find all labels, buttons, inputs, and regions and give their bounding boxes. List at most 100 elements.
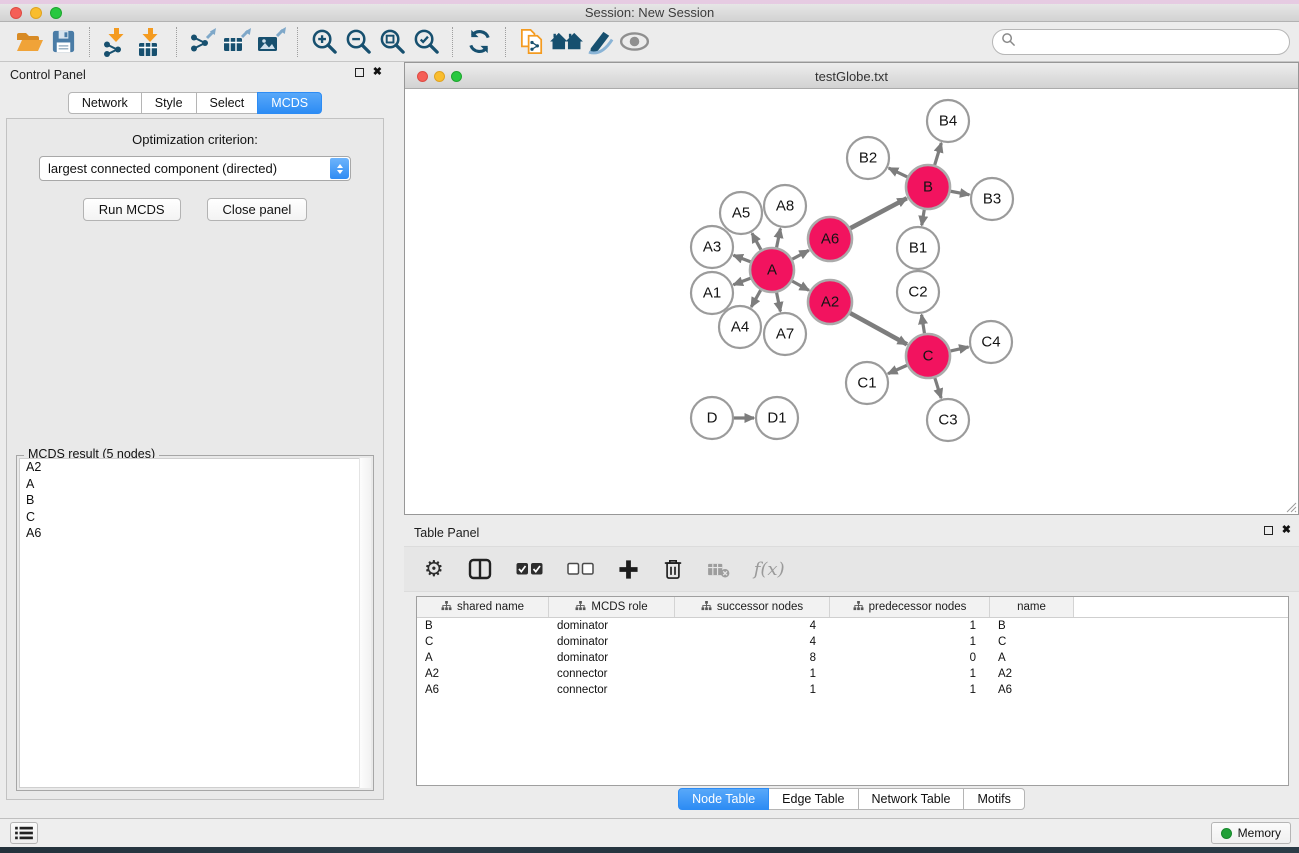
close-panel-icon[interactable]: ✖ — [1282, 525, 1291, 536]
graph-edge-C-C2[interactable] — [922, 315, 925, 336]
fx-icon[interactable]: f(x) — [754, 559, 785, 580]
task-history-button[interactable] — [10, 822, 38, 844]
table-body: Bdominator41BCdominator41CAdominator80AA… — [417, 618, 1288, 698]
float-panel-icon[interactable] — [1264, 526, 1273, 535]
tab-mcds[interactable]: MCDS — [257, 92, 322, 114]
graph-edge-C-C4[interactable] — [948, 347, 968, 351]
close-panel-button[interactable]: Close panel — [207, 198, 308, 221]
table-row[interactable]: Cdominator41C — [417, 634, 1288, 650]
graph-edge-C-C3[interactable] — [934, 376, 941, 398]
column-header-name[interactable]: name — [990, 597, 1074, 617]
graph-edge-A-A5[interactable] — [752, 233, 762, 251]
refresh-icon[interactable] — [462, 25, 496, 59]
zoom-in-icon[interactable] — [307, 25, 341, 59]
graph-edge-A-A6[interactable] — [791, 250, 809, 260]
tab-style[interactable]: Style — [141, 92, 197, 114]
search-icon — [1001, 32, 1016, 52]
mcds-result-item[interactable]: A — [20, 476, 370, 493]
table-row[interactable]: A2connector11A2 — [417, 666, 1288, 682]
delete-table-icon[interactable] — [707, 561, 730, 578]
export-table-icon[interactable] — [220, 25, 254, 59]
graph-edge-A-A1[interactable] — [733, 278, 752, 285]
close-panel-icon[interactable]: ✖ — [373, 67, 382, 78]
graph-edge-A-A7[interactable] — [776, 291, 780, 312]
mcds-result-group: MCDS result (5 nodes) A2ABCA6 — [16, 455, 374, 791]
show-hide-icon[interactable] — [617, 25, 651, 59]
zoom-out-icon[interactable] — [341, 25, 375, 59]
graph-node-label: A6 — [821, 231, 839, 248]
mcds-result-item[interactable]: C — [20, 509, 370, 526]
optimization-criterion-label: Optimization criterion: — [7, 132, 383, 147]
graph-edge-C-C1[interactable] — [888, 364, 909, 373]
graph-edge-A6-B[interactable] — [849, 198, 907, 229]
hide-annotations-icon[interactable] — [583, 25, 617, 59]
mcds-result-item[interactable]: B — [20, 492, 370, 509]
resize-grip-icon[interactable] — [1283, 499, 1297, 513]
select-stepper-icon[interactable] — [330, 158, 349, 179]
column-header-mcds-role[interactable]: MCDS role — [549, 597, 675, 617]
table-row[interactable]: Adominator80A — [417, 650, 1288, 666]
search-input[interactable] — [1021, 32, 1289, 52]
column-header-successor-nodes[interactable]: successor nodes — [675, 597, 830, 617]
import-network-icon[interactable] — [99, 25, 133, 59]
toolbar-separator — [505, 27, 506, 57]
zoom-selected-icon[interactable] — [409, 25, 443, 59]
float-panel-icon[interactable] — [355, 68, 364, 77]
result-scrollbar[interactable] — [359, 458, 371, 788]
home-icon[interactable] — [549, 25, 583, 59]
network-canvas[interactable]: B4B2BB3A5A8A6B1A3AC2A1A2A4A7C4CC1DD1C3 — [405, 89, 1298, 514]
tab-edge-table[interactable]: Edge Table — [768, 788, 858, 810]
memory-button[interactable]: Memory — [1211, 822, 1291, 844]
titlebar-top-strip — [0, 0, 1299, 4]
graph-edge-A2-C[interactable] — [848, 312, 907, 344]
tab-select[interactable]: Select — [196, 92, 259, 114]
graph-edge-A-A3[interactable] — [733, 255, 752, 262]
table-cell: C — [417, 636, 549, 648]
export-network-icon[interactable] — [186, 25, 220, 59]
import-table-icon[interactable] — [133, 25, 167, 59]
delete-column-icon[interactable] — [663, 558, 683, 580]
save-session-icon[interactable] — [46, 25, 80, 59]
graph-edge-B-B4[interactable] — [934, 143, 941, 167]
tab-network[interactable]: Network — [68, 92, 142, 114]
column-header-predecessor-nodes[interactable]: predecessor nodes — [830, 597, 990, 617]
select-all-icon[interactable] — [516, 562, 543, 576]
gear-icon[interactable]: ⚙ — [424, 558, 444, 580]
window-title: Session: New Session — [0, 5, 1299, 20]
column-header-shared-name[interactable]: shared name — [417, 597, 549, 617]
graph-edge-A-A4[interactable] — [751, 288, 761, 307]
application-window: Session: New Session — [0, 0, 1299, 853]
mcds-result-item[interactable]: A6 — [20, 525, 370, 542]
table-cell: 1 — [830, 620, 990, 632]
table-cell: 1 — [830, 636, 990, 648]
table-cell: connector — [549, 668, 675, 680]
graph-edge-A-A8[interactable] — [776, 229, 780, 250]
graph-edge-B-B2[interactable] — [889, 168, 909, 178]
toolbar-separator — [297, 27, 298, 57]
tree-icon — [575, 601, 586, 614]
split-panel-icon[interactable] — [468, 558, 492, 580]
open-session-icon[interactable] — [12, 25, 46, 59]
tab-node-table[interactable]: Node Table — [678, 788, 769, 810]
add-column-icon[interactable] — [618, 559, 639, 580]
table-row[interactable]: Bdominator41B — [417, 618, 1288, 634]
run-mcds-button[interactable]: Run MCDS — [83, 198, 181, 221]
graph-edge-A-A2[interactable] — [790, 280, 809, 290]
zoom-fit-icon[interactable] — [375, 25, 409, 59]
tab-network-table[interactable]: Network Table — [858, 788, 965, 810]
unselect-all-icon[interactable] — [567, 562, 594, 576]
graph-node-label: A2 — [821, 294, 839, 311]
mcds-result-item[interactable]: A2 — [20, 459, 370, 476]
export-image-icon[interactable] — [254, 25, 288, 59]
graph-node-label: D1 — [767, 410, 786, 427]
tab-motifs[interactable]: Motifs — [963, 788, 1024, 810]
table-row[interactable]: A6connector11A6 — [417, 682, 1288, 698]
graph-edge-B-B1[interactable] — [922, 208, 925, 226]
network-window-titlebar[interactable]: testGlobe.txt — [405, 63, 1298, 89]
graph-edge-B-B3[interactable] — [949, 191, 970, 195]
list-icon — [14, 825, 34, 841]
clone-network-icon[interactable] — [515, 25, 549, 59]
criterion-select[interactable]: largest connected component (directed) — [39, 156, 351, 181]
table-cell: A6 — [417, 684, 549, 696]
table-cell: dominator — [549, 620, 675, 632]
